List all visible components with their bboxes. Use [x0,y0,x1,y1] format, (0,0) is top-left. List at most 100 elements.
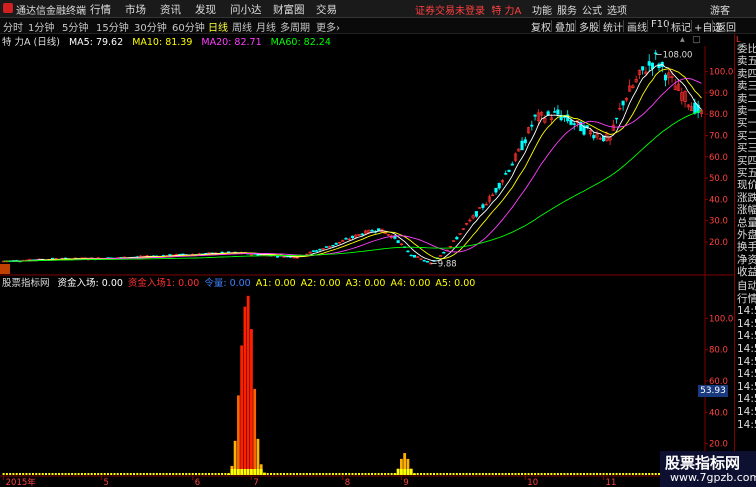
indicator-item-5: A3: 0.00 [345,278,386,289]
indicator-baseline-dot [459,473,462,475]
indicator-baseline-dot [38,473,41,475]
tick-label-2: 14:5 [737,305,756,318]
period-more[interactable]: 更多› [316,19,340,34]
draw-line-button[interactable]: 画线 [627,19,647,34]
indicator-baseline-dot [387,473,390,475]
indicator-baseline-dot [64,473,67,475]
menu-news[interactable]: 资讯 [160,2,181,17]
indicator-baseline-dot [133,473,136,475]
indicator-baseline-dot [514,473,517,475]
indicator-baseline-dot [198,473,201,475]
indicator-bar [250,329,253,475]
indicator-baseline-dot [625,473,628,475]
time-label: 2015年 [6,477,37,487]
indicator-baseline-dot [384,473,387,475]
mark-button[interactable]: 标记 [671,19,691,34]
quote-label-9: 买四 [737,154,756,167]
indicator-bar [236,395,240,475]
quote-label-7: 买二 [737,129,756,142]
indicator-baseline-dot [566,473,569,475]
settings-box-icon[interactable]: ▢ [692,34,701,45]
menu-discover[interactable]: 发现 [195,2,216,17]
menu-trade[interactable]: 交易 [316,2,337,17]
period-daily[interactable]: 日线 [208,19,228,34]
price-tick-label: 80.0 [709,110,728,120]
indicator-baseline-dot [35,473,38,475]
indicator-bars [2,295,703,475]
candle-body [168,254,172,256]
period-tick[interactable]: 分时 [3,19,23,34]
period-monthly[interactable]: 月线 [256,19,276,34]
period-60min[interactable]: 60分钟 [172,19,205,34]
menu-wealth[interactable]: 财富圈 [273,2,305,17]
indicator-baseline-dot [498,473,501,475]
indicator-baseline-dot [563,473,566,475]
collapse-icon[interactable]: ▴ [680,34,685,45]
indicator-baseline-dot [644,473,647,475]
indicator-baseline-dot [491,473,494,475]
menu-ask[interactable]: 问小达 [230,2,262,17]
indicator-baseline-dot [344,473,347,475]
multi-stock-button[interactable]: 多股 [579,19,599,34]
menu-service[interactable]: 服务 [557,2,577,17]
quote-label-0: 委比 [737,43,756,55]
indicator-baseline-dot [87,473,90,475]
candle-body [494,187,498,193]
candle-body [481,204,485,208]
candle-body [569,119,573,125]
period-30min[interactable]: 30分钟 [134,19,167,34]
indicator-baseline-dot [478,473,481,475]
candle-body [572,123,576,125]
indicator-baseline-dot [328,473,331,475]
indicator-baseline-dot [524,473,527,475]
indicator-baseline-dot [74,473,77,475]
stats-button[interactable]: 统计 [603,19,623,34]
indicator-baseline-dot [9,473,12,475]
menu-quotes[interactable]: 行情 [90,2,111,17]
indicator-baseline-dot [296,473,299,475]
kline-chart[interactable]: 108.00 9.88 100.0 90.0 80.0 70.0 60.0 50.0 40.0… [0,46,734,487]
candle-body [663,74,668,81]
indicator-baseline-dot [289,473,292,475]
adjust-button[interactable]: 复权 [531,19,551,34]
indicator-baseline-dot [61,473,64,475]
indicator-baseline-dot [442,473,445,475]
indicator-baseline-dot [139,473,142,475]
period-5min[interactable]: 5分钟 [62,19,88,34]
indicator-baseline-dot [338,473,341,475]
indicator-baseline-dot [18,473,21,475]
quote-label-11: 现价 [737,179,756,192]
menu-options[interactable]: 选项 [607,2,627,17]
period-1min[interactable]: 1分钟 [28,19,54,34]
menu-guest[interactable]: 游客 [710,2,730,17]
indicator-item-6: A4: 0.00 [390,278,431,289]
indicator-baseline-dot [325,473,328,475]
menu-market[interactable]: 市场 [125,2,146,17]
menu-function[interactable]: 功能 [532,2,552,17]
indicator-baseline-dot [654,473,657,475]
back-button[interactable]: 返回 [716,19,736,34]
indicator-baseline-dot [452,473,455,475]
candle-body [393,235,397,239]
indicator-baseline-dot [371,473,374,475]
candle-body [520,140,524,151]
indicator-baseline-dot [188,473,191,475]
period-weekly[interactable]: 周线 [232,19,252,34]
period-multi[interactable]: 多周期 [280,19,310,34]
indicator-baseline-dot [602,473,605,475]
indicator-baseline-dot [71,473,74,475]
candle-body [315,250,319,252]
period-15min[interactable]: 15分钟 [96,19,129,34]
menu-formula[interactable]: 公式 [582,2,602,17]
indicator-baseline-dot [397,473,400,475]
time-label: 9 [403,478,408,487]
indicator-tick-label: 100.0 [709,314,733,324]
candle-body [510,163,514,166]
indicator-title[interactable]: 股票指标网 [2,278,50,289]
indicator-baseline-dot [465,473,468,475]
indicator-baseline-dot [106,473,109,475]
indicator-baseline-dot [534,473,537,475]
time-label: 10 [527,478,538,487]
overlay-button[interactable]: 叠加 [555,19,575,34]
indicator-baseline-dot [240,473,243,475]
